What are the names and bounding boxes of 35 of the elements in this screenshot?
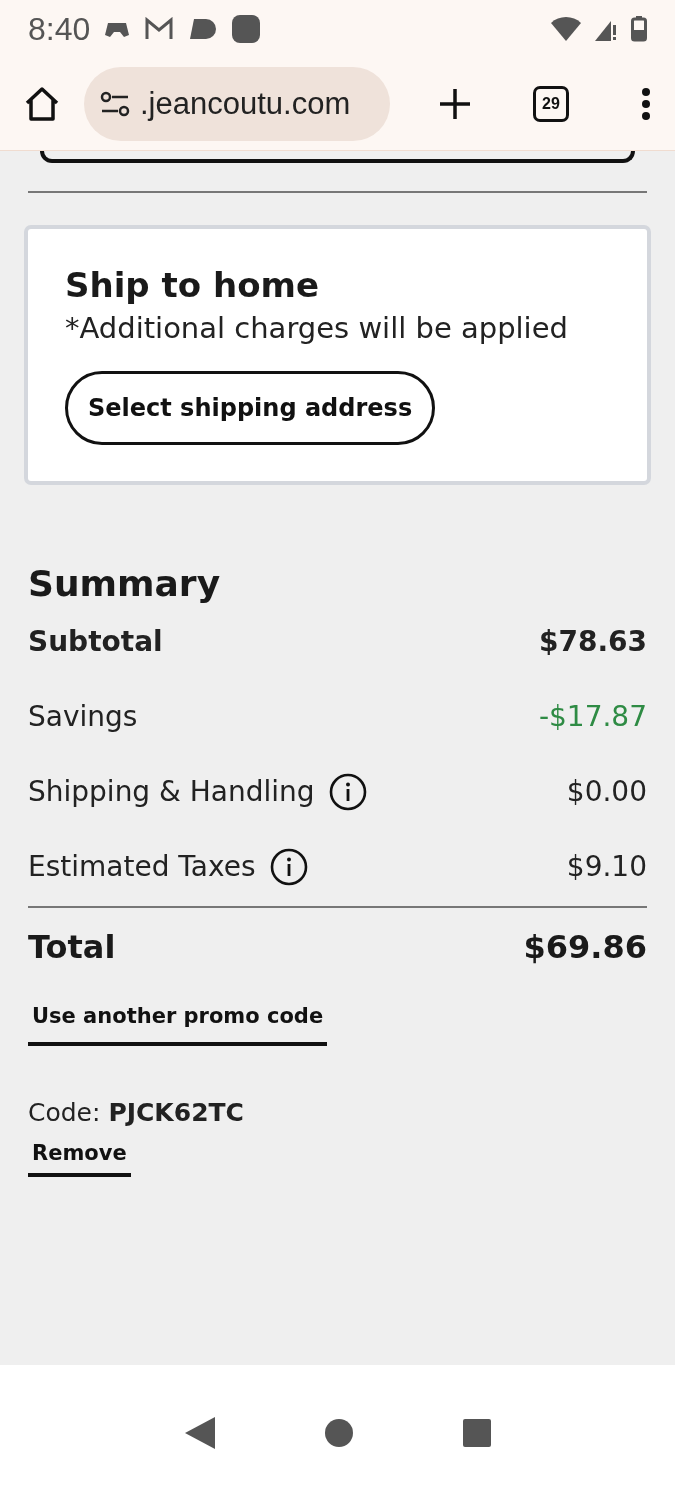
row-label: Subtotal [28, 625, 163, 658]
info-icon[interactable] [328, 772, 367, 811]
promo-code-link[interactable]: Use another promo code [28, 1004, 328, 1046]
letter-icon [188, 17, 219, 41]
menu-icon[interactable] [641, 87, 651, 121]
row-value: $78.63 [538, 625, 647, 658]
tab-count[interactable]: 29 [533, 86, 569, 122]
mail-icon [144, 17, 175, 41]
promo-code-text: Code: PJCK62TC [28, 1098, 245, 1127]
card-title: Ship to home [65, 265, 320, 305]
total-label: Total [28, 928, 116, 966]
select-address-button[interactable]: Select shipping address [65, 371, 436, 445]
summary-title: Summary [28, 563, 222, 604]
wifi-icon [551, 17, 581, 41]
address-bar[interactable]: .jeancoutu.com [84, 67, 390, 141]
remove-link[interactable]: Remove [28, 1141, 131, 1177]
plus-icon[interactable] [439, 88, 471, 120]
recents-icon[interactable] [462, 1418, 491, 1447]
row-value: $0.00 [566, 775, 647, 808]
charges-note: *Additional charges will be applied [65, 311, 568, 345]
row-label: Estimated Taxes [28, 850, 256, 883]
home-button-icon[interactable] [324, 1418, 353, 1447]
status-time: 8:40 [28, 10, 91, 48]
square-icon [232, 15, 261, 43]
back-icon[interactable] [184, 1416, 215, 1449]
total-value: $69.86 [523, 928, 647, 966]
row-label: Savings [28, 700, 138, 733]
row-value: -$17.87 [538, 700, 647, 733]
home-icon[interactable] [24, 87, 60, 121]
url-text: .jeancoutu.com [140, 86, 351, 122]
row-label: Shipping & Handling [28, 775, 315, 808]
info-icon[interactable] [269, 847, 308, 886]
battery-icon [631, 16, 647, 42]
row-value: $9.10 [566, 850, 647, 883]
settings-icon[interactable] [100, 91, 130, 117]
